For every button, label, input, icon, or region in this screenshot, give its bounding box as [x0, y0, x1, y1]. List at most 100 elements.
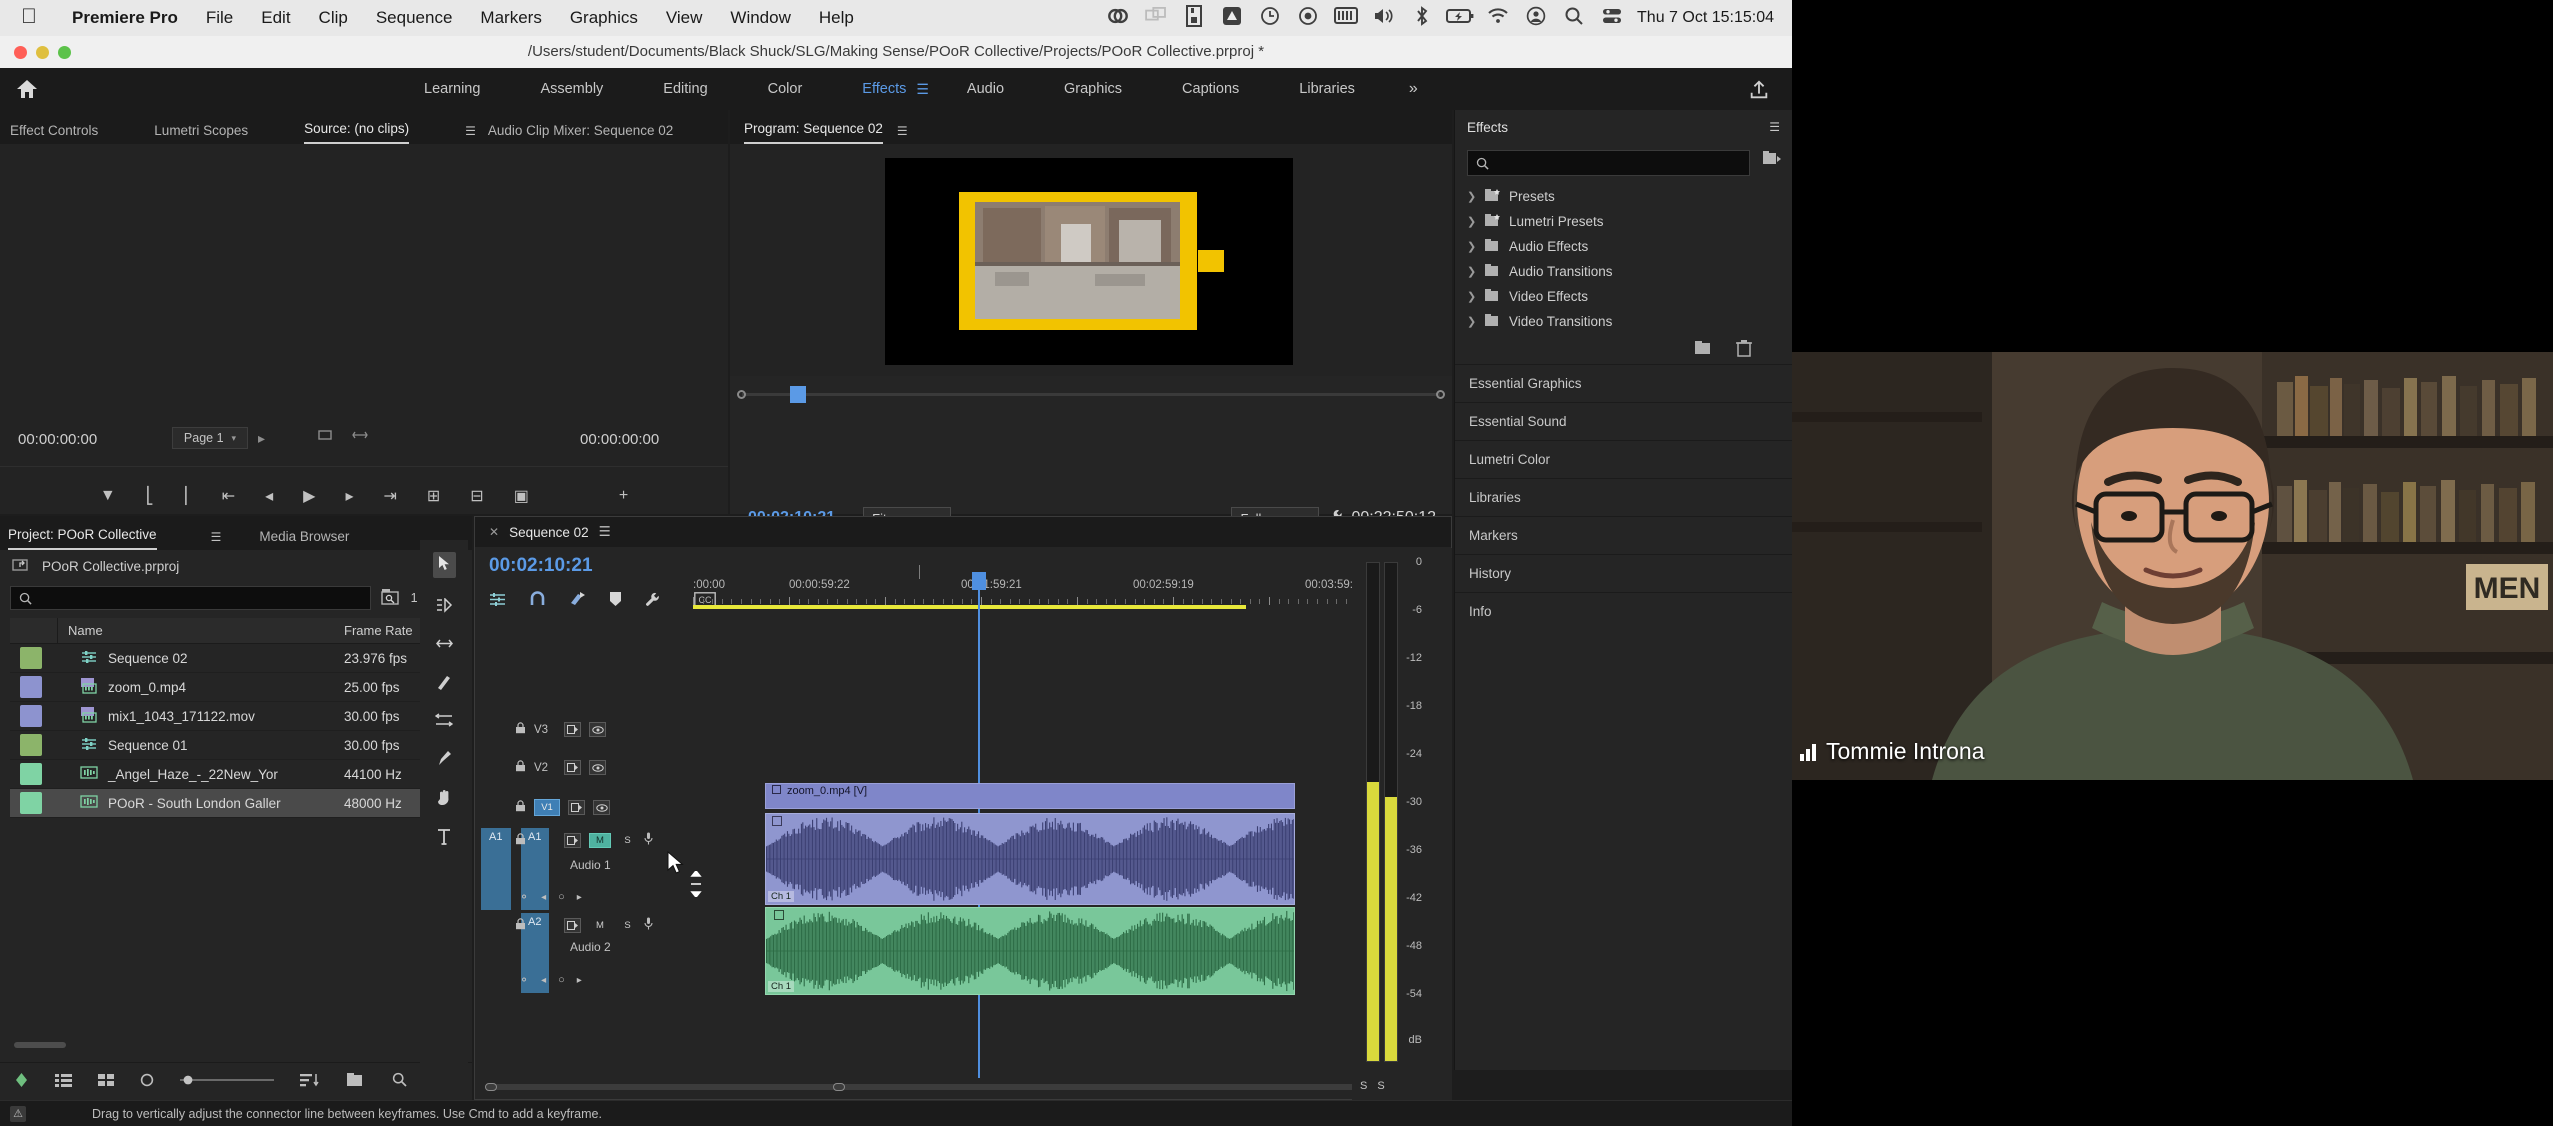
dropbox-icon[interactable] [1175, 4, 1213, 32]
meter-solo-right[interactable]: S [1377, 1080, 1384, 1092]
track-a1-right-arrow-icon[interactable]: ▸ [577, 892, 582, 903]
timeline-sequence-tab[interactable]: ✕ Sequence 02 ☰ [485, 524, 611, 540]
home-icon[interactable] [0, 77, 54, 101]
pen-tool-icon[interactable] [437, 750, 452, 769]
menu-sequence[interactable]: Sequence [362, 8, 467, 28]
workspace-overflow-icon[interactable]: » [1385, 80, 1442, 98]
track-eye-v2[interactable] [589, 760, 606, 775]
track-a1-left-arrow-icon[interactable]: ◂ [541, 892, 546, 903]
effects-node-video-transitions[interactable]: ❯ Video Transitions [1455, 309, 1792, 334]
track-header-a1[interactable]: M S [515, 832, 653, 848]
lock-icon[interactable] [515, 760, 526, 775]
source-step-forward-icon[interactable]: ▸ [258, 430, 265, 447]
panel-history[interactable]: History [1455, 554, 1792, 592]
track-a1-knob-icon[interactable]: ⚬ [519, 890, 529, 904]
warning-icon[interactable]: ⚠ [10, 1105, 26, 1122]
track-a2-target[interactable] [564, 917, 581, 933]
parent-bin-icon[interactable] [12, 557, 30, 575]
track-a1-solo-button[interactable]: S [619, 833, 636, 848]
source-overwrite-icon[interactable]: ⊟ [470, 486, 483, 506]
track-name-v3[interactable]: V3 [534, 724, 556, 736]
source-monitor-body[interactable]: 00:00:00:00 Page 1 ▾ ▸ 00:00:00:00 ▼ ⎣ ⎢ [0, 144, 728, 514]
effects-node-lumetri-presets[interactable]: ❯ Lumetri Presets [1455, 209, 1792, 234]
track-eye-v1[interactable] [593, 800, 610, 815]
razor-tool-icon[interactable] [436, 674, 452, 693]
track-header-v2[interactable]: V2 [515, 760, 606, 775]
program-scrub-end-handle[interactable] [1436, 390, 1445, 399]
source-step-back-icon[interactable]: ◂ [265, 486, 273, 506]
tab-media-browser[interactable]: Media Browser [259, 529, 349, 550]
find-icon[interactable] [392, 1072, 407, 1091]
freeform-icon[interactable] [140, 1073, 154, 1091]
snap-magnet-icon[interactable] [530, 591, 545, 611]
slip-tool-icon[interactable] [434, 713, 454, 730]
drive-icon[interactable] [1213, 6, 1251, 31]
table-row[interactable]: _Angel_Haze_-_22New_Yor 44100 Hz [10, 760, 462, 789]
table-row[interactable]: POoR - South London Galler 48000 Hz [10, 789, 462, 818]
search-icon[interactable] [1555, 6, 1593, 31]
export-icon[interactable] [1748, 79, 1770, 104]
track-header-v1[interactable]: V1 [515, 799, 610, 816]
timeline-playhead-handle[interactable] [972, 572, 986, 590]
table-row[interactable]: mix1_1043_171122.mov 30.00 fps [10, 702, 462, 731]
mic-icon[interactable] [644, 917, 653, 933]
panel-info[interactable]: Info [1455, 592, 1792, 630]
zoom-slider-icon[interactable] [180, 1073, 274, 1090]
track-a1-center-icon[interactable]: ○ [558, 891, 565, 903]
project-panel-menu-icon[interactable]: ☰ [211, 530, 222, 544]
track-a2-solo-button[interactable]: S [619, 918, 636, 933]
table-row[interactable]: Sequence 01 30.00 fps [10, 731, 462, 760]
ripple-edit-tool-icon[interactable] [435, 636, 453, 654]
timeline-scroll-knob-right[interactable] [833, 1083, 845, 1091]
battery-charging-icon[interactable] [1441, 8, 1479, 29]
program-scrub-start-handle[interactable] [737, 390, 746, 399]
menu-premiere-pro[interactable]: Premiere Pro [58, 8, 192, 28]
menu-view[interactable]: View [652, 8, 717, 28]
program-video-frame[interactable] [885, 158, 1293, 365]
track-name-audio1[interactable]: Audio 1 [570, 858, 611, 872]
filter-bin-icon[interactable] [380, 588, 401, 608]
source-step-forward-icon-2[interactable]: ▸ [345, 486, 353, 506]
track-a1-target[interactable] [564, 832, 581, 848]
effects-search-input[interactable] [1467, 150, 1750, 176]
nest-icon[interactable] [489, 592, 506, 611]
source-play-icon[interactable]: ▶ [303, 486, 315, 506]
hand-tool-icon[interactable] [436, 789, 452, 809]
workspace-tab-learning[interactable]: Learning [394, 81, 510, 97]
chevron-right-icon[interactable]: ❯ [1467, 315, 1485, 328]
menu-window[interactable]: Window [716, 8, 804, 28]
source-go-to-in-icon[interactable]: ⇤ [222, 486, 235, 506]
new-item-icon[interactable] [14, 1072, 29, 1092]
lock-icon[interactable] [515, 832, 526, 848]
source-go-to-out-icon[interactable]: ⇥ [383, 486, 396, 506]
source-export-frame-icon[interactable]: ▣ [514, 486, 529, 506]
source-page-select[interactable]: Page 1 ▾ [172, 427, 248, 449]
timeline-panel-menu-icon[interactable]: ☰ [599, 524, 611, 540]
track-name-v2[interactable]: V2 [534, 762, 556, 774]
track-a2-right-arrow-icon[interactable]: ▸ [577, 975, 582, 986]
workspace-tab-graphics[interactable]: Graphics [1034, 81, 1152, 97]
list-view-icon[interactable] [55, 1073, 72, 1091]
source-mark-in-icon[interactable]: ⎣ [146, 486, 154, 506]
workspace-menu-icon[interactable]: ☰ [916, 81, 929, 98]
timeline-video-clip[interactable]: zoom_0.mp4 [V] [765, 783, 1295, 809]
menu-edit[interactable]: Edit [247, 8, 304, 28]
tab-effect-controls[interactable]: Effect Controls [10, 123, 98, 144]
timeline-audio-clip-2[interactable]: Ch 1 [765, 907, 1295, 995]
creative-cloud-icon[interactable] [1099, 5, 1137, 32]
menu-graphics[interactable]: Graphics [556, 8, 652, 28]
track-a2-pan-controls[interactable]: ⚬ ◂ ○ ▸ [519, 973, 582, 987]
effects-node-audio-transitions[interactable]: ❯ Audio Transitions [1455, 259, 1792, 284]
source-insert-icon[interactable]: ⊞ [427, 486, 440, 506]
tab-program-sequence[interactable]: Program: Sequence 02 [744, 121, 883, 144]
track-eye-v3[interactable] [589, 722, 606, 737]
project-col-name[interactable]: Name [58, 623, 344, 638]
menubar-clock[interactable]: Thu 7 Oct 15:15:04 [1631, 9, 1784, 27]
icon-view-icon[interactable] [98, 1073, 114, 1091]
workspace-tab-color[interactable]: Color [738, 81, 833, 97]
program-scrub-track[interactable] [742, 393, 1440, 396]
keyboard-icon[interactable] [1327, 7, 1365, 29]
table-row[interactable]: zoom_0.mp4 25.00 fps [10, 673, 462, 702]
project-breadcrumb-label[interactable]: POoR Collective.prproj [42, 559, 179, 574]
sort-icon[interactable] [300, 1073, 320, 1091]
